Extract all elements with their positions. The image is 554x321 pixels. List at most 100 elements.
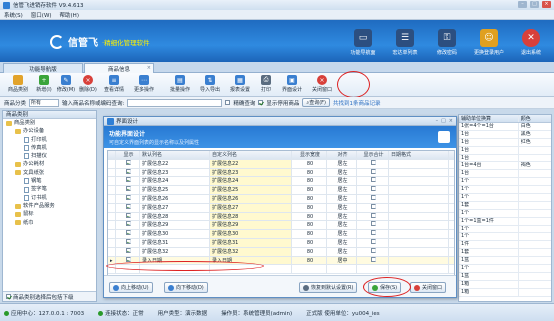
exit-button[interactable]: ✕ 退出系统	[512, 23, 550, 59]
total-checkbox[interactable]	[371, 186, 376, 192]
show-checkbox[interactable]	[126, 177, 131, 183]
tree-item[interactable]: 文具纸张	[3, 169, 96, 177]
show-checkbox[interactable]	[126, 230, 131, 236]
restore-default-button[interactable]: 恢复到默认设置(R)	[299, 282, 358, 293]
edit-button[interactable]: ✎ 修改(M)	[55, 73, 77, 93]
tree-item[interactable]: 办公设备	[3, 127, 96, 135]
total-checkbox[interactable]	[371, 177, 376, 183]
custom-name-cell[interactable]: 扩展信息23	[210, 168, 292, 177]
more-ops-button[interactable]: ⋯ 更多操作	[129, 73, 159, 93]
import-export-button[interactable]: ⇅ 导入导出	[195, 73, 225, 93]
right-grid-row[interactable]: 1台	[459, 170, 551, 179]
custom-name-cell[interactable]: 扩展信息22	[210, 159, 292, 168]
dialog-close-icon[interactable]: ×	[449, 118, 453, 124]
batch-button[interactable]: ▤ 批量操作	[165, 73, 195, 93]
total-checkbox[interactable]	[371, 212, 376, 218]
right-grid-row[interactable]: 1张=4个=1台 白色	[459, 123, 551, 131]
menu-help[interactable]: 帮助(H)	[60, 11, 79, 19]
right-grid-row[interactable]: 1盒	[459, 257, 551, 266]
tree-item[interactable]: 传真机	[3, 144, 96, 152]
tree-item[interactable]: 商品类别	[3, 119, 96, 127]
right-grid-row[interactable]: 1台=4台 褐色	[459, 162, 551, 171]
right-grid-row[interactable]: 1盒	[459, 272, 551, 281]
tree-item[interactable]: 钢笔	[3, 177, 96, 185]
category-select[interactable]: 所有	[29, 98, 60, 107]
column-setting-row[interactable]: 扩展信息25 扩展信息25 80 居左	[108, 186, 454, 195]
custom-name-cell[interactable]: 扩展信息31	[210, 238, 292, 247]
column-setting-row[interactable]: 扩展信息29 扩展信息29 80 居左	[108, 221, 454, 231]
right-grid-row[interactable]: 1个	[459, 233, 551, 242]
include-children-option[interactable]: 商品类别选择后包括下级	[3, 291, 96, 301]
tree-item[interactable]: 软件产品服务	[3, 202, 96, 210]
total-checkbox[interactable]	[371, 159, 376, 165]
right-grid-row[interactable]: 1个=1盒=1件	[459, 217, 551, 226]
column-setting-row[interactable]: 扩展信息22 扩展信息22 80 居左	[108, 159, 454, 169]
show-checkbox[interactable]	[126, 212, 131, 218]
query-button[interactable]: ⌕ 查询(F)	[302, 98, 330, 107]
right-grid-row[interactable]: 1件	[459, 241, 551, 250]
tab-close-icon[interactable]: ×	[147, 65, 151, 71]
show-checkbox[interactable]	[126, 256, 131, 262]
show-checkbox[interactable]	[126, 159, 131, 165]
column-setting-row[interactable]: 扩展信息24 扩展信息24 80 居左	[108, 177, 454, 187]
column-setting-row[interactable]: 扩展信息32 扩展信息32 80 居左	[108, 247, 454, 257]
right-grid-row[interactable]: 1台 黑色	[459, 130, 551, 139]
nav-panel-button[interactable]: ▭ 功能导航面	[344, 23, 382, 59]
tree-item[interactable]: 办公耗材	[3, 160, 96, 168]
precise-checkbox[interactable]	[225, 100, 231, 105]
right-grid-row[interactable]: 1台 红色	[459, 138, 551, 147]
keyword-input[interactable]	[127, 98, 223, 107]
right-grid-row[interactable]: 1个	[459, 265, 551, 273]
column-setting-row[interactable]: 扩展信息27 扩展信息27 80 居左	[108, 203, 454, 213]
include-children-checkbox[interactable]	[6, 294, 11, 299]
show-checkbox[interactable]	[126, 194, 131, 200]
total-checkbox[interactable]	[371, 194, 376, 200]
right-grid-row[interactable]: 1套	[459, 201, 551, 210]
tab-nav-panel[interactable]: 功能导航版	[3, 63, 83, 73]
delete-button[interactable]: × 删除(D)	[77, 73, 99, 93]
tree-item[interactable]: 签字笔	[3, 185, 96, 193]
show-checkbox[interactable]	[126, 203, 131, 209]
right-grid-row[interactable]: 1箱	[459, 280, 551, 289]
details-button[interactable]: ≡ 查看详情	[99, 73, 129, 93]
menu-window[interactable]: 窗口(W)	[31, 11, 52, 19]
tree-item[interactable]: 打印机	[3, 136, 96, 144]
move-up-button[interactable]: 向上移动(U)	[109, 282, 153, 293]
switch-user-button[interactable]: ☺ 更换登录用户	[470, 23, 508, 59]
tree-item[interactable]: 订书机	[3, 194, 96, 202]
total-checkbox[interactable]	[371, 221, 376, 227]
custom-name-cell[interactable]: 扩展信息32	[210, 247, 292, 256]
minimize-icon[interactable]: –	[518, 1, 527, 8]
right-grid-row[interactable]: 1个	[459, 209, 551, 218]
show-checkbox[interactable]	[126, 186, 131, 192]
category-button[interactable]: 商品类别	[3, 73, 33, 93]
column-setting-row[interactable]: 扩展信息28 扩展信息28 80 居左	[108, 212, 454, 222]
right-grid-row[interactable]: 1箱	[459, 288, 551, 297]
show-checkbox[interactable]	[126, 238, 131, 244]
maximize-icon[interactable]: □	[530, 1, 539, 8]
column-setting-row[interactable]: 扩展信息30 扩展信息30 80 居左	[108, 230, 454, 239]
right-grid-row[interactable]: 1个	[459, 178, 551, 187]
column-setting-row[interactable]: 扩展信息26 扩展信息26 80 居左	[108, 194, 454, 204]
total-checkbox[interactable]	[371, 256, 376, 262]
show-checkbox[interactable]	[126, 221, 131, 227]
show-disabled-checkbox[interactable]	[258, 100, 264, 105]
custom-name-cell[interactable]: 扩展信息27	[210, 203, 292, 212]
custom-name-cell[interactable]: 扩展信息28	[210, 212, 292, 221]
right-grid-row[interactable]: 1个	[459, 194, 551, 202]
report-settings-button[interactable]: ▦ 报表设置	[225, 73, 255, 93]
add-button[interactable]: + 新增(I)	[33, 73, 55, 93]
column-setting-row[interactable]: 扩展信息31 扩展信息31 80 居左	[108, 238, 454, 248]
total-checkbox[interactable]	[371, 168, 376, 174]
tree-item[interactable]: 纸巾	[3, 219, 96, 227]
right-grid-row[interactable]: 1台	[459, 146, 551, 155]
tree-item[interactable]: 鼠标	[3, 210, 96, 218]
menu-system[interactable]: 系统(S)	[4, 11, 23, 19]
tree-item[interactable]: 扫描仪	[3, 152, 96, 160]
close-icon[interactable]: ×	[542, 1, 551, 8]
right-grid-row[interactable]: 1个	[459, 225, 551, 234]
custom-name-cell[interactable]: 扩展信息24	[210, 177, 292, 186]
custom-name-cell[interactable]: 扩展信息26	[210, 194, 292, 203]
custom-name-cell[interactable]: 扩展信息30	[210, 230, 292, 238]
close-window-button[interactable]: × 关闭窗口	[307, 73, 337, 93]
